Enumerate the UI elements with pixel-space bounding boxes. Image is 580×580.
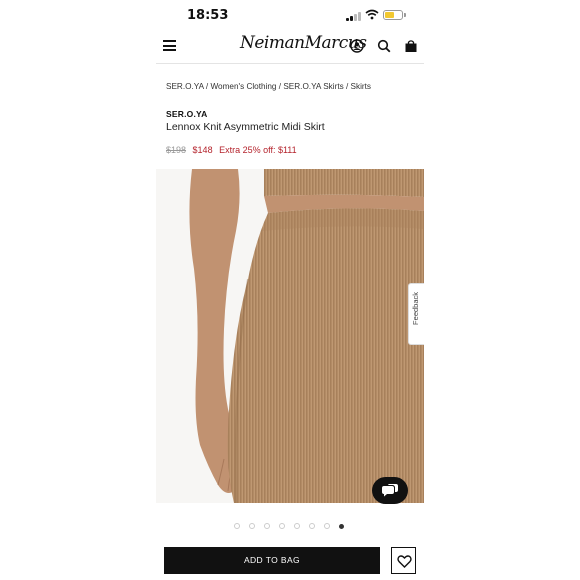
battery-nub [404,13,406,17]
add-to-bag-button[interactable]: ADD TO BAG [164,547,380,574]
price-row: $198 $148 Extra 25% off: $111 [166,145,297,155]
breadcrumb-item[interactable]: SER.O.YA [166,82,204,91]
sale-price: $148 [192,145,213,155]
original-price: $198 [166,145,187,155]
product-title: Lennox Knit Asymmetric Midi Skirt [166,121,325,133]
account-icon[interactable] [350,39,364,53]
status-bar: 18:53 [156,0,424,30]
shopping-bag-icon[interactable] [404,39,418,53]
product-brand[interactable]: SER.O.YA [166,109,207,119]
breadcrumb: SER.O.YA / Women's Clothing / SER.O.YA S… [166,82,371,91]
battery-level [385,12,394,18]
battery-icon [383,10,403,20]
chat-button[interactable] [372,477,408,504]
chat-icon [382,484,398,497]
carousel-dot[interactable] [279,523,285,529]
feedback-label: Feedback [411,292,420,325]
site-header: NeimanMarcus [156,30,424,64]
carousel-dot[interactable] [309,523,315,529]
carousel-dot-active[interactable] [339,524,344,529]
menu-icon[interactable] [163,40,176,51]
search-icon[interactable] [377,39,391,53]
breadcrumb-item[interactable]: Skirts [351,82,371,91]
carousel-dot[interactable] [249,523,255,529]
feedback-tab[interactable]: Feedback [408,283,424,345]
breadcrumb-item[interactable]: Women's Clothing [210,82,276,91]
product-image[interactable] [156,169,424,503]
breadcrumb-item[interactable]: SER.O.YA Skirts [283,82,343,91]
carousel-dot[interactable] [264,523,270,529]
signal-icon [346,11,362,21]
phone-screen: 18:53 NeimanMarcus SER.O.YA / Women's Cl… [156,0,424,580]
product-photo [156,169,424,503]
wifi-icon [365,9,379,20]
status-time: 18:53 [187,8,229,23]
wishlist-button[interactable] [391,547,416,574]
heart-icon [397,555,412,568]
carousel-dot[interactable] [294,523,300,529]
extra-discount-price: Extra 25% off: $111 [219,145,297,155]
carousel-dot[interactable] [234,523,240,529]
carousel-dot[interactable] [324,523,330,529]
neiman-marcus-logo[interactable]: NeimanMarcus [240,33,367,53]
